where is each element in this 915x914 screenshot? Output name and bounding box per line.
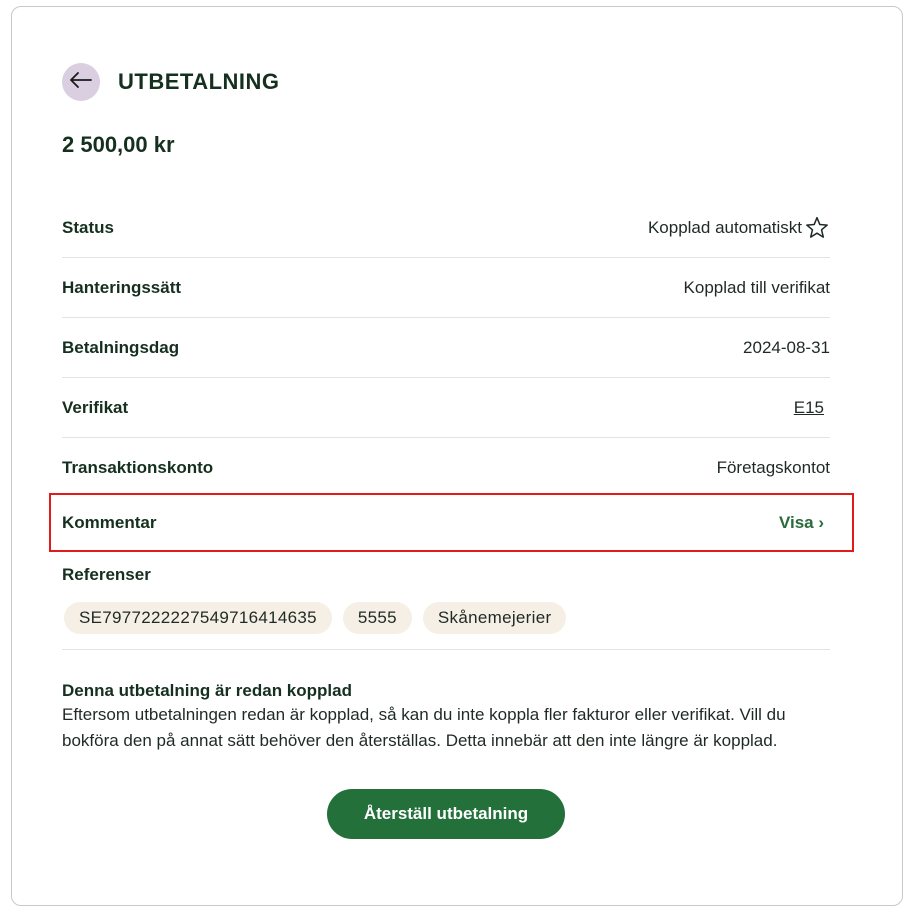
reference-chip: Skånemejerier xyxy=(422,602,567,634)
detail-value: Kopplad till verifikat xyxy=(683,277,830,297)
voucher-link[interactable]: E15 xyxy=(794,398,824,418)
references-title: Referenser xyxy=(62,565,151,584)
show-comment-link[interactable]: Visa › xyxy=(779,513,824,533)
detail-row-voucher: Verifikat E15 xyxy=(62,378,830,438)
detail-row-payment-date: Betalningsdag 2024-08-31 xyxy=(62,318,830,378)
detail-label: Hanteringssätt xyxy=(62,277,182,297)
comment-row[interactable]: Kommentar Visa › xyxy=(49,493,854,552)
detail-label: Verifikat xyxy=(62,397,129,417)
detail-value: Kopplad automatiskt xyxy=(648,215,830,241)
reference-chip: 5555 xyxy=(342,602,412,634)
reset-payment-button[interactable]: Återställ utbetalning xyxy=(327,789,565,839)
arrow-left-icon xyxy=(70,71,92,93)
page-title: UTBETALNING xyxy=(118,69,280,94)
page-header: UTBETALNING xyxy=(62,63,280,101)
back-button[interactable] xyxy=(62,63,100,101)
detail-row-handling: Hanteringssätt Kopplad till verifikat xyxy=(62,258,830,318)
already-linked-notice: Denna utbetalning är redan kopplad Efter… xyxy=(62,680,842,754)
detail-value: 2024-08-31 xyxy=(743,337,830,357)
details-list: Status Kopplad automatiskt Hanteringssät… xyxy=(62,198,830,498)
reference-chip: SE7977222227549716414635 xyxy=(64,602,332,634)
notice-body: Eftersom utbetalningen redan är kopplad,… xyxy=(62,705,786,750)
detail-row-account: Transaktionskonto Företagskontot xyxy=(62,438,830,498)
payment-amount: 2 500,00 kr xyxy=(62,132,175,157)
detail-value: Företagskontot xyxy=(716,458,830,477)
notice-title: Denna utbetalning är redan kopplad xyxy=(62,681,352,700)
detail-label: Betalningsdag xyxy=(62,337,180,357)
star-outline-icon[interactable] xyxy=(804,215,830,241)
detail-row-status: Status Kopplad automatiskt xyxy=(62,198,830,258)
detail-label: Transaktionskonto xyxy=(62,458,214,477)
detail-label: Status xyxy=(62,217,114,237)
status-value: Kopplad automatiskt xyxy=(647,217,802,237)
reference-chips: SE7977222227549716414635 5555 Skånemejer… xyxy=(64,602,567,634)
section-divider xyxy=(62,649,830,650)
comment-label: Kommentar xyxy=(62,512,157,532)
